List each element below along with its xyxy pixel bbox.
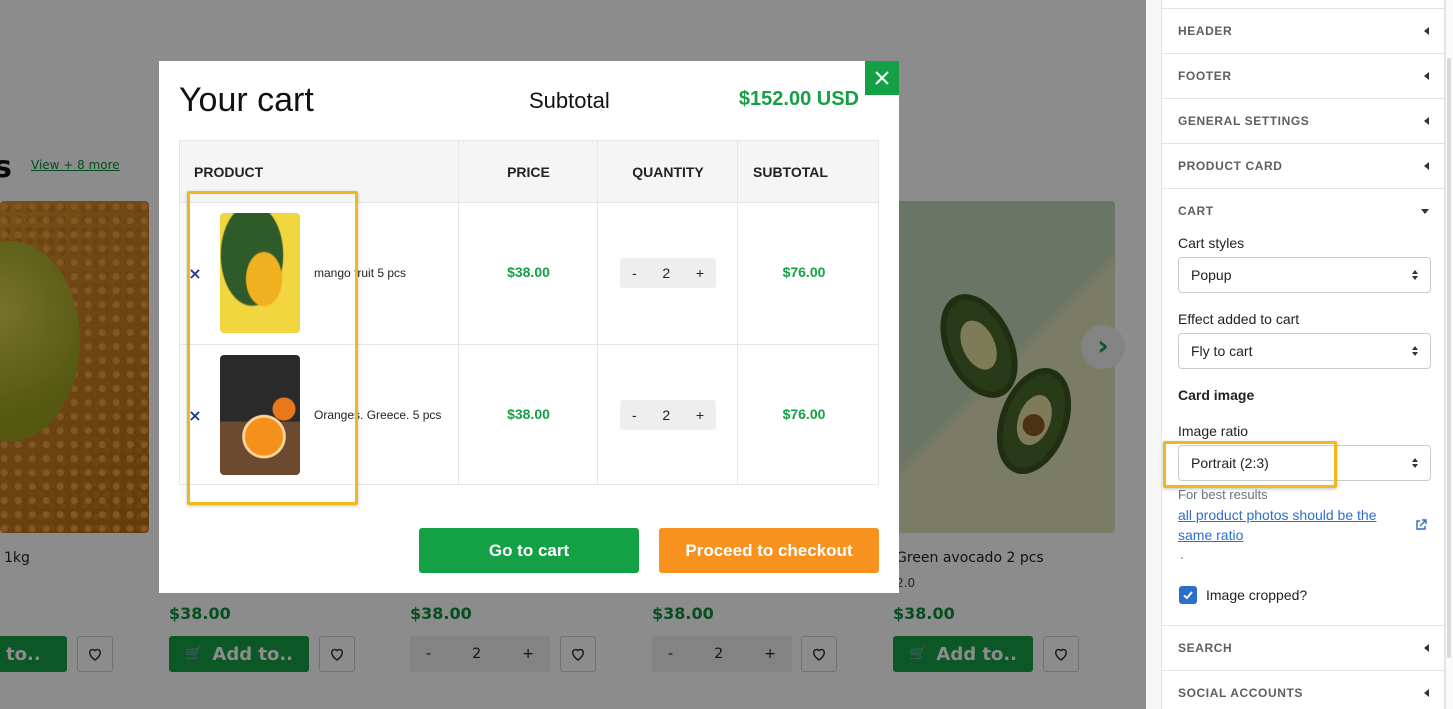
item-price: $38.00 [507, 264, 550, 280]
close-modal-button[interactable] [865, 61, 899, 95]
section-title: GENERAL SETTINGS [1178, 114, 1310, 128]
store-preview: s View + 8 more › 1kg 🛒 ld to.. $38.00 🛒… [0, 0, 1146, 709]
panel-gutter [1146, 0, 1162, 709]
effect-select[interactable]: Fly to cart [1178, 333, 1431, 369]
remove-item-icon[interactable]: × [188, 406, 202, 425]
section-product-card[interactable]: PRODUCT CARD [1162, 143, 1444, 188]
cart-title: Your cart [179, 81, 314, 119]
mango-image [220, 213, 300, 333]
collapse-arrow-icon [1424, 117, 1429, 125]
item-name[interactable]: mango fruit 5 pcs [314, 266, 454, 280]
subtotal-value: $152.00 USD [738, 88, 859, 110]
cart-table: PRODUCT PRICE QUANTITY SUBTOTAL × mango … [179, 140, 879, 485]
qty-value[interactable]: 2 [662, 265, 670, 281]
section-footer[interactable]: FOOTER [1162, 53, 1444, 98]
image-cropped-checkbox[interactable] [1179, 586, 1197, 604]
section-social-accounts[interactable]: SOCIAL ACCOUNTS [1162, 670, 1444, 709]
section-title: SEARCH [1178, 641, 1233, 655]
item-price: $38.00 [507, 406, 550, 422]
help-text: For best results [1178, 487, 1268, 502]
column-header-quantity: QUANTITY [632, 164, 704, 180]
image-ratio-select[interactable]: Portrait (2:3) [1178, 445, 1431, 481]
oranges-image [220, 355, 300, 475]
close-icon [875, 71, 889, 85]
section-search[interactable]: SEARCH [1162, 625, 1444, 670]
section-title: HEADER [1178, 24, 1233, 38]
settings-panel: HEADER FOOTER GENERAL SETTINGS PRODUCT C… [1162, 0, 1445, 709]
qty-plus-button[interactable]: + [696, 407, 704, 423]
item-subtotal: $76.00 [782, 264, 826, 280]
effect-label: Effect added to cart [1178, 311, 1300, 327]
item-subtotal: $76.00 [782, 406, 826, 422]
cart-row: × Oranges. Greece. 5 pcs $38.00 - 2 + $7… [180, 344, 878, 485]
section-cart[interactable]: CART [1162, 188, 1444, 233]
collapse-arrow-icon [1424, 72, 1429, 80]
help-link[interactable]: all product photos should be the same ra… [1178, 505, 1403, 545]
go-to-cart-button[interactable]: Go to cart [419, 528, 639, 573]
select-arrows-icon [1412, 458, 1418, 468]
external-link-icon[interactable] [1415, 519, 1427, 531]
quantity-stepper[interactable]: - 2 + [620, 400, 716, 430]
quantity-stepper[interactable]: - 2 + [620, 258, 716, 288]
collapse-arrow-icon [1424, 162, 1429, 170]
cart-row: × mango fruit 5 pcs $38.00 - 2 + $76.00 [180, 203, 878, 344]
image-ratio-label: Image ratio [1178, 423, 1249, 439]
help-dot: . [1180, 548, 1184, 562]
remove-item-icon[interactable]: × [188, 264, 202, 283]
cart-modal: Your cart Subtotal $152.00 USD PRODUCT P… [159, 61, 899, 593]
section-title: CART [1178, 204, 1214, 218]
section-general-settings[interactable]: GENERAL SETTINGS [1162, 98, 1444, 143]
expand-arrow-icon [1421, 208, 1429, 214]
select-arrows-icon [1412, 270, 1418, 280]
cart-table-header: PRODUCT PRICE QUANTITY SUBTOTAL [180, 141, 878, 203]
qty-minus-button[interactable]: - [632, 265, 637, 281]
cart-styles-label: Cart styles [1178, 235, 1245, 251]
panel-scrollbar-thumb[interactable] [1447, 58, 1451, 658]
checkout-button[interactable]: Proceed to checkout [659, 528, 879, 573]
column-header-product: PRODUCT [194, 164, 264, 180]
select-arrows-icon [1412, 346, 1418, 356]
column-header-price: PRICE [507, 164, 550, 180]
collapse-arrow-icon [1424, 689, 1429, 697]
checkmark-icon [1183, 591, 1193, 600]
section-title: SOCIAL ACCOUNTS [1178, 686, 1304, 700]
collapse-arrow-icon [1424, 27, 1429, 35]
column-header-subtotal: SUBTOTAL [753, 164, 828, 180]
image-cropped-label[interactable]: Image cropped? [1206, 587, 1307, 603]
collapse-arrow-icon [1424, 644, 1429, 652]
select-value: Portrait (2:3) [1191, 455, 1269, 471]
subtotal-label: Subtotal [529, 88, 610, 113]
item-name[interactable]: Oranges. Greece. 5 pcs [314, 408, 454, 422]
section-title: FOOTER [1178, 69, 1232, 83]
section-title: PRODUCT CARD [1178, 159, 1283, 173]
cart-styles-select[interactable]: Popup [1178, 257, 1431, 293]
card-image-heading: Card image [1178, 387, 1255, 403]
qty-minus-button[interactable]: - [632, 407, 637, 423]
select-value: Fly to cart [1191, 343, 1253, 359]
qty-plus-button[interactable]: + [696, 265, 704, 281]
select-value: Popup [1191, 267, 1232, 283]
section-header[interactable]: HEADER [1162, 8, 1444, 53]
qty-value[interactable]: 2 [662, 407, 670, 423]
